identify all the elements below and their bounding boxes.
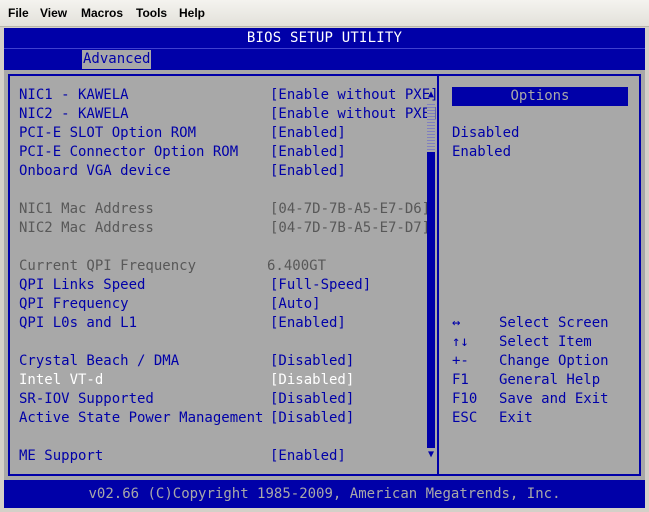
intel-vtd-label[interactable]: Intel VT-d [19,372,103,389]
crystal-beach-value[interactable]: [Disabled] [270,353,354,370]
me-support-label[interactable]: ME Support [19,448,103,465]
intel-vtd-value[interactable]: [Disabled] [270,372,354,389]
menu-view[interactable]: View [40,6,67,20]
onboard-vga-value[interactable]: [Enabled] [270,163,346,180]
menu-tools[interactable]: Tools [136,6,167,20]
me-support-value[interactable]: [Enabled] [270,448,346,465]
help-key-f1: F1 [452,372,469,388]
sriov-value[interactable]: [Disabled] [270,391,354,408]
nic2-value[interactable]: [Enable without PXE] [270,106,439,123]
help-desc-general-help: General Help [499,372,601,388]
nic2-mac-label: NIC2 Mac Address [19,220,154,236]
menu-macros[interactable]: Macros [81,6,123,20]
scroll-track[interactable] [427,102,435,152]
menu-help[interactable]: Help [179,6,205,20]
nic1-mac-label: NIC1 Mac Address [19,201,154,217]
help-desc-select-item: Select Item [499,334,592,350]
bios-title: BIOS SETUP UTILITY [246,30,403,46]
help-key-arrows-ud-icon: ↑↓ [452,334,469,350]
options-header: Options [452,87,628,106]
pcie-slot-rom-label[interactable]: PCI-E SLOT Option ROM [19,125,196,142]
help-desc-select-screen: Select Screen [499,315,609,331]
copyright-text: v02.66 (C)Copyright 1985-2009, American … [88,486,561,502]
qpi-links-speed-value[interactable]: [Full-Speed] [270,277,371,294]
onboard-vga-label[interactable]: Onboard VGA device [19,163,171,180]
pcie-slot-rom-value[interactable]: [Enabled] [270,125,346,142]
scroll-up-arrow-icon[interactable]: ▲ [426,90,436,100]
help-key-esc: ESC [452,410,478,426]
option-enabled[interactable]: Enabled [452,144,511,161]
sriov-label[interactable]: SR-IOV Supported [19,391,154,408]
scroll-down-arrow-icon[interactable]: ▼ [426,450,436,460]
bios-footer: v02.66 (C)Copyright 1985-2009, American … [4,478,645,508]
settings-scrollbar[interactable]: ▲ ▼ [424,74,438,464]
pcie-connector-rom-label[interactable]: PCI-E Connector Option ROM [19,144,238,161]
aspm-label[interactable]: Active State Power Management [19,410,263,427]
help-desc-change-option: Change Option [499,353,609,369]
aspm-value[interactable]: [Disabled] [270,410,354,427]
help-key-arrows-lr-icon: ↔ [452,315,461,331]
tab-advanced[interactable]: Advanced [82,50,152,69]
nic1-label[interactable]: NIC1 - KAWELA [19,87,129,104]
nic2-label[interactable]: NIC2 - KAWELA [19,106,129,123]
menu-file[interactable]: File [8,6,29,20]
bios-titlebar: BIOS SETUP UTILITY [4,28,645,48]
crystal-beach-label[interactable]: Crystal Beach / DMA [19,353,179,370]
qpi-l0s-l1-label[interactable]: QPI L0s and L1 [19,315,137,332]
bios-tabbar: Advanced [4,48,645,70]
option-disabled[interactable]: Disabled [452,125,519,142]
bios-content: NIC1 - KAWELA [Enable without PXE] NIC2 … [4,70,645,478]
qpi-links-speed-label[interactable]: QPI Links Speed [19,277,145,294]
scroll-thumb[interactable] [427,152,435,448]
nic2-mac-value: [04-7D-7B-A5-E7-D7] [270,220,431,236]
bios-screen: BIOS SETUP UTILITY Advanced NIC1 - KAWEL… [4,28,645,508]
help-key-plus-minus: +- [452,353,469,369]
current-qpi-value: 6.400GT [267,258,327,274]
help-key-f10: F10 [452,391,478,407]
app-menubar: File View Macros Tools Help [0,0,649,27]
qpi-l0s-l1-value[interactable]: [Enabled] [270,315,346,332]
qpi-frequency-label[interactable]: QPI Frequency [19,296,129,313]
help-desc-exit: Exit [499,410,533,426]
current-qpi-label: Current QPI Frequency [19,258,197,274]
help-desc-save-exit: Save and Exit [499,391,609,407]
pcie-connector-rom-value[interactable]: [Enabled] [270,144,346,161]
qpi-frequency-value[interactable]: [Auto] [270,296,321,313]
nic1-mac-value: [04-7D-7B-A5-E7-D6] [270,201,431,217]
nic1-value[interactable]: [Enable without PXE] [270,87,439,104]
